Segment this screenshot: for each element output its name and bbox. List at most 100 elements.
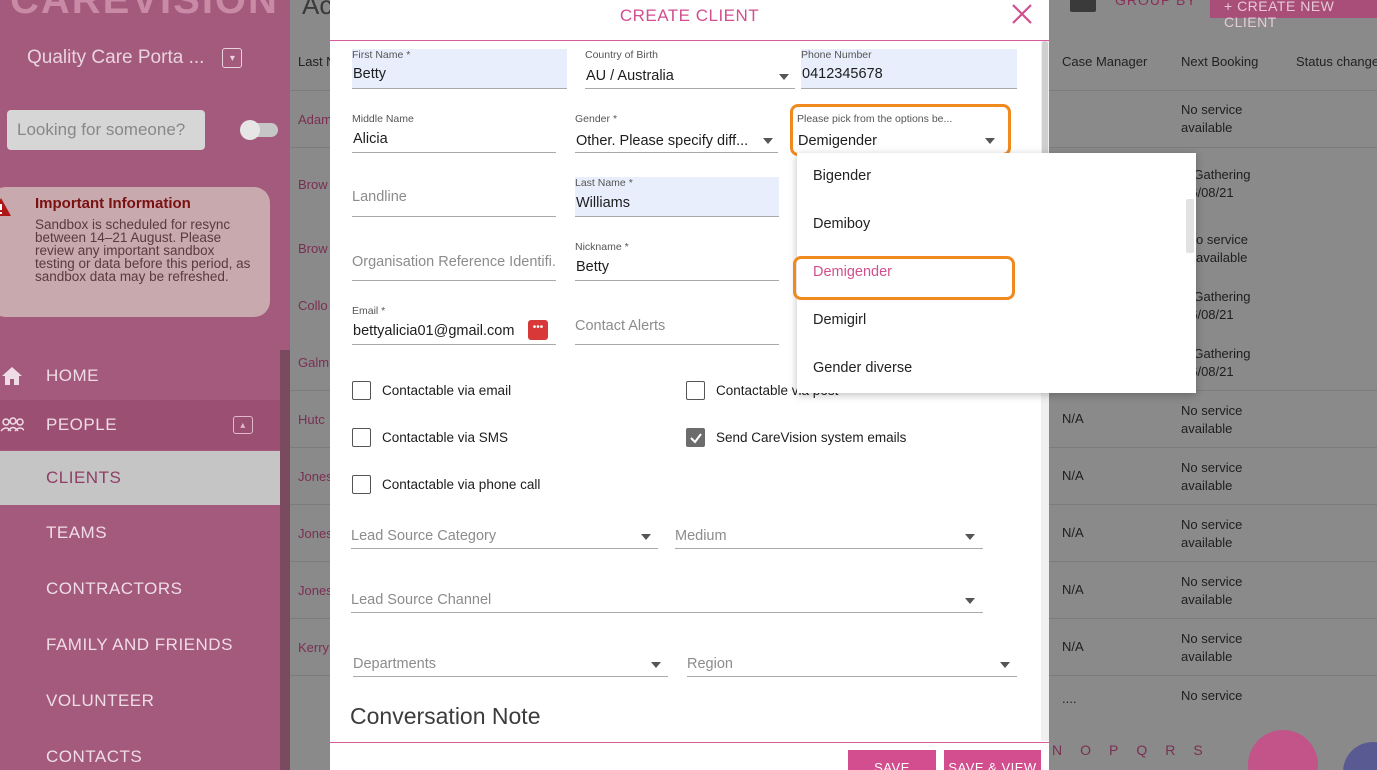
- row-name[interactable]: Jones: [290, 583, 333, 598]
- nav-clients-label: CLIENTS: [46, 468, 122, 487]
- row-booking: No service available: [1181, 460, 1243, 493]
- nav-family-and-friends[interactable]: FAMILY AND FRIENDS: [0, 620, 280, 670]
- nav-contacts-label: CONTACTS: [46, 747, 143, 766]
- chevron-up-icon[interactable]: ▴: [233, 416, 253, 434]
- sidebar-scrollbar[interactable]: [280, 350, 290, 770]
- landline-placeholder: Landline: [352, 189, 407, 205]
- dropdown-arrow-icon: [965, 534, 975, 540]
- row-booking: No service available: [1181, 102, 1243, 135]
- row-case-manager: ....: [1062, 691, 1077, 706]
- row-name[interactable]: Galm: [290, 355, 330, 370]
- page-title: Ac: [302, 0, 333, 20]
- dropdown-option[interactable]: Demigirl: [813, 312, 866, 328]
- departments-select[interactable]: Departments: [353, 648, 668, 677]
- dropdown-option[interactable]: Bigender: [813, 168, 871, 184]
- checkbox-label: Contactable via SMS: [382, 430, 509, 445]
- lead-source-channel-placeholder: Lead Source Channel: [351, 592, 492, 608]
- organisation-reference-field[interactable]: Organisation Reference Identifi...: [352, 241, 556, 281]
- middle-name-field[interactable]: Middle Name Alicia: [352, 113, 556, 153]
- letter-filter[interactable]: P: [1109, 742, 1118, 758]
- lead-source-category-select[interactable]: Lead Source Category: [351, 520, 658, 549]
- row-name[interactable]: Brow: [290, 177, 330, 192]
- nav-teams[interactable]: TEAMS: [0, 508, 280, 558]
- contact-alerts-field[interactable]: Contact Alerts: [575, 305, 779, 345]
- nav-people[interactable]: PEOPLE ▴: [0, 400, 280, 450]
- toggle-switch[interactable]: [240, 120, 278, 140]
- medium-select[interactable]: Medium: [675, 520, 983, 549]
- contactable-via-sms-checkbox[interactable]: Contactable via SMS: [352, 428, 508, 447]
- row-name[interactable]: Brow: [290, 241, 330, 256]
- checkbox-box[interactable]: [352, 428, 371, 447]
- column-header-next-booking[interactable]: Next Booking: [1181, 54, 1258, 69]
- first-name-field[interactable]: First Name * Betty: [352, 49, 567, 89]
- close-icon[interactable]: [1010, 2, 1034, 26]
- gender-select[interactable]: Gender * Other. Please specify diff...: [575, 113, 778, 153]
- nav-home[interactable]: HOME: [0, 351, 280, 401]
- row-name[interactable]: Jones: [290, 526, 333, 541]
- add-fab-button[interactable]: [1343, 742, 1377, 770]
- send-system-emails-checkbox[interactable]: Send CareVision system emails: [686, 428, 906, 447]
- region-select[interactable]: Region: [687, 648, 1017, 677]
- checkbox-box[interactable]: [686, 381, 705, 400]
- chevron-down-icon[interactable]: ▾: [222, 48, 243, 68]
- checkbox-box[interactable]: [352, 475, 371, 494]
- save-and-view-button[interactable]: SAVE & VIEW: [944, 750, 1041, 770]
- dropdown-arrow-icon: [651, 662, 661, 668]
- letter-filter[interactable]: N: [1052, 742, 1062, 758]
- row-name[interactable]: Collo: [290, 298, 330, 313]
- middle-name-value: Alicia: [353, 131, 388, 147]
- nav-contacts[interactable]: CONTACTS: [0, 732, 280, 770]
- phone-number-field[interactable]: Phone Number 0412345678: [801, 49, 1017, 89]
- nickname-field[interactable]: Nickname * Betty: [575, 241, 779, 281]
- contactable-via-phone-checkbox[interactable]: Contactable via phone call: [352, 475, 540, 494]
- save-button[interactable]: SAVE: [848, 750, 936, 770]
- search-input[interactable]: Looking for someone?: [7, 110, 205, 150]
- sidebar: CAREVISION Quality Care Porta ... ▾ Look…: [0, 0, 290, 770]
- row-name[interactable]: Hutc: [290, 412, 330, 427]
- portal-selector[interactable]: Quality Care Porta ... ▾: [27, 47, 243, 69]
- column-header-status-changed[interactable]: Status changed: [1296, 54, 1377, 69]
- nav-contractors[interactable]: CONTRACTORS: [0, 564, 280, 614]
- nav-clients[interactable]: CLIENTS: [0, 451, 280, 505]
- last-name-field[interactable]: Last Name * Williams: [575, 177, 779, 217]
- row-name[interactable]: Adam: [290, 112, 332, 127]
- dropdown-option[interactable]: Gender diverse: [813, 360, 912, 376]
- checkbox-label: Contactable via email: [382, 383, 512, 398]
- checkbox-box[interactable]: [352, 381, 371, 400]
- dropdown-scrollbar[interactable]: [1186, 199, 1194, 253]
- lead-source-channel-select[interactable]: Lead Source Channel: [351, 584, 983, 613]
- people-icon: [0, 417, 24, 432]
- letter-filter[interactable]: O: [1080, 742, 1091, 758]
- email-field[interactable]: Email * bettyalicia01@gmail.com •••: [352, 305, 556, 345]
- letter-filter[interactable]: Q: [1136, 742, 1147, 758]
- row-name[interactable]: Jones: [290, 469, 333, 484]
- app-logo: CAREVISION: [10, 0, 279, 22]
- important-info-panel: Important Information Sandbox is schedul…: [0, 187, 270, 317]
- letter-filter[interactable]: S: [1193, 742, 1202, 758]
- lightbulb-fab-button[interactable]: [1248, 730, 1318, 770]
- print-icon[interactable]: [1070, 0, 1096, 12]
- row-case-manager: N/A: [1062, 411, 1084, 426]
- departments-placeholder: Departments: [353, 656, 437, 672]
- country-of-birth-select[interactable]: Country of Birth AU / Australia: [585, 49, 795, 89]
- portal-name: Quality Care Porta ...: [27, 47, 205, 68]
- checkbox-box[interactable]: [686, 428, 705, 447]
- email-label: Email *: [352, 305, 386, 317]
- checkbox-label: Contactable via phone call: [382, 477, 541, 492]
- focus-highlight: [790, 104, 1011, 156]
- dropdown-option[interactable]: Demiboy: [813, 216, 870, 232]
- first-name-label: First Name *: [352, 49, 411, 61]
- column-header-case-manager[interactable]: Case Manager: [1062, 54, 1147, 69]
- medium-placeholder: Medium: [675, 528, 727, 544]
- warning-icon: [0, 198, 11, 216]
- group-by-button[interactable]: GROUP BY: [1115, 0, 1197, 8]
- landline-field[interactable]: Landline: [352, 177, 556, 217]
- row-name[interactable]: Kerry: [290, 640, 330, 655]
- nav-volunteer[interactable]: VOLUNTEER: [0, 676, 280, 726]
- gender-value: Other. Please specify diff...: [576, 133, 749, 149]
- letter-filter[interactable]: R: [1165, 742, 1175, 758]
- create-new-client-button[interactable]: + CREATE NEW CLIENT: [1210, 0, 1377, 30]
- contactable-via-email-checkbox[interactable]: Contactable via email: [352, 381, 511, 400]
- password-manager-icon[interactable]: •••: [528, 320, 548, 340]
- org-ref-placeholder: Organisation Reference Identifi...: [352, 254, 556, 270]
